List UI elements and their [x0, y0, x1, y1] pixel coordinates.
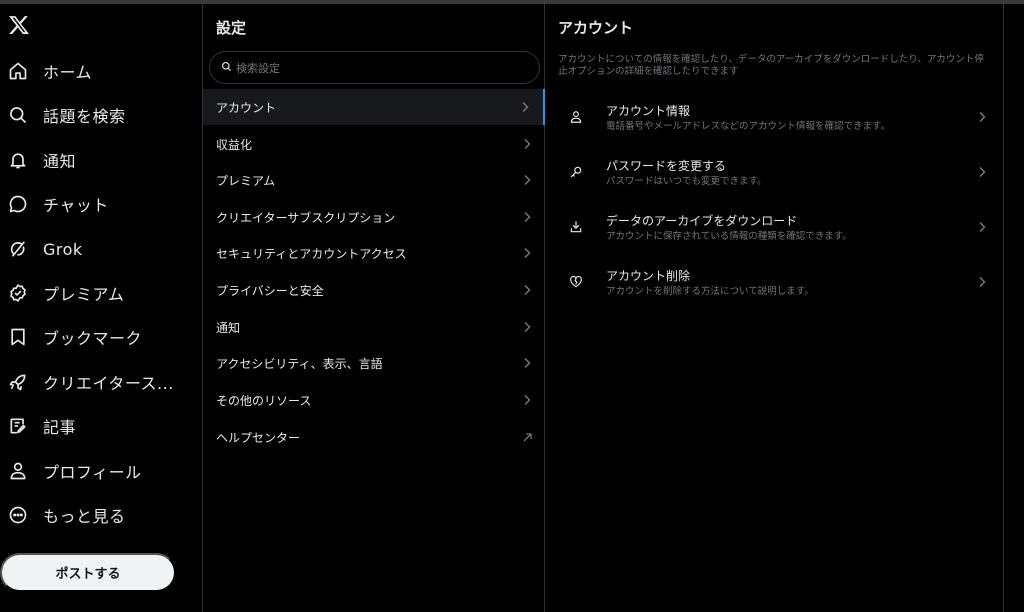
- nav-label: プレミアム: [43, 285, 125, 304]
- bookmark-icon: [8, 327, 28, 347]
- settings-title: 設定: [216, 19, 247, 37]
- settings-item-label: クリエイターサブスクリプション: [216, 210, 396, 225]
- chevron-right-icon: [522, 394, 532, 406]
- settings-item-privacy[interactable]: プライバシーと安全: [203, 272, 545, 308]
- account-item-download-archive[interactable]: データのアーカイブをダウンロード アカウントに保存されている情報の種類を確認でき…: [545, 203, 1003, 253]
- key-icon: [569, 165, 583, 179]
- settings-item-premium[interactable]: プレミアム: [203, 162, 545, 198]
- bell-icon: [8, 150, 28, 170]
- settings-item-label: アクセシビリティ、表示、言語: [216, 356, 383, 371]
- nav-label: ブックマーク: [43, 329, 143, 348]
- settings-item-label: 収益化: [216, 137, 253, 152]
- chevron-right-icon: [522, 284, 532, 296]
- nav-item-explore[interactable]: 話題を検索: [0, 95, 200, 135]
- nav-label: もっと見る: [43, 507, 126, 526]
- broken-heart-icon: [569, 275, 583, 289]
- post-button[interactable]: ポストする: [0, 553, 176, 592]
- settings-item-monetization[interactable]: 収益化: [203, 126, 545, 162]
- search-icon: [221, 61, 234, 74]
- nav-item-chat[interactable]: チャット: [0, 184, 200, 224]
- person-icon: [8, 461, 28, 481]
- chevron-right-icon: [520, 101, 530, 113]
- chat-icon: [8, 194, 28, 214]
- nav-label: チャット: [43, 196, 109, 215]
- settings-column: 設定 アカウント 収益化 プレミアム クリエイターサブスクリプション セキュリテ…: [202, 4, 545, 612]
- nav-item-creator-studio[interactable]: クリエイタース...: [0, 362, 200, 402]
- settings-search-input[interactable]: [236, 58, 526, 78]
- grok-icon: [8, 239, 28, 259]
- account-item-title: アカウント削除: [606, 269, 691, 283]
- nav-item-profile[interactable]: プロフィール: [0, 451, 200, 491]
- chevron-right-icon: [977, 221, 987, 233]
- nav-item-articles[interactable]: 記事: [0, 406, 200, 446]
- left-navigation: ホーム 話題を検索 通知 チャット Grok プレミアム ブックマーク クリエイ…: [0, 4, 202, 612]
- nav-item-premium[interactable]: プレミアム: [0, 273, 200, 313]
- nav-item-home[interactable]: ホーム: [0, 51, 200, 91]
- account-item-subtitle: パスワードはいつでも変更できます。: [606, 176, 767, 187]
- account-item-title: データのアーカイブをダウンロード: [606, 214, 798, 228]
- chevron-right-icon: [522, 211, 532, 223]
- account-detail-column: アカウント アカウントについての情報を確認したり、データのアーカイブをダウンロー…: [545, 4, 1004, 612]
- nav-label: 通知: [43, 152, 77, 171]
- chevron-right-icon: [522, 357, 532, 369]
- person-icon: [569, 110, 583, 124]
- settings-item-label: ヘルプセンター: [216, 430, 301, 445]
- nav-label: クリエイタース...: [43, 374, 174, 393]
- settings-item-label: プライバシーと安全: [216, 283, 324, 298]
- chevron-right-icon: [977, 166, 987, 178]
- article-icon: [8, 416, 28, 436]
- account-item-subtitle: アカウントに保存されている情報の種類を確認できます。: [606, 231, 852, 242]
- settings-item-account[interactable]: アカウント: [203, 89, 545, 125]
- nav-item-more[interactable]: もっと見る: [0, 495, 200, 535]
- settings-item-label: アカウント: [216, 100, 277, 115]
- settings-item-label: プレミアム: [216, 173, 276, 188]
- account-item-delete[interactable]: アカウント削除 アカウントを削除する方法について説明します。: [545, 258, 1003, 308]
- nav-label: プロフィール: [43, 463, 142, 482]
- settings-item-label: 通知: [216, 320, 241, 335]
- nav-label: 記事: [43, 418, 77, 437]
- x-logo-icon[interactable]: [8, 14, 30, 36]
- download-icon: [569, 220, 583, 234]
- account-item-title: アカウント情報: [606, 104, 691, 118]
- chevron-right-icon: [522, 174, 532, 186]
- settings-item-label: セキュリティとアカウントアクセス: [216, 246, 407, 261]
- settings-item-resources[interactable]: その他のリソース: [203, 382, 545, 418]
- verified-icon: [8, 283, 28, 303]
- settings-item-accessibility[interactable]: アクセシビリティ、表示、言語: [203, 345, 545, 381]
- nav-item-bookmarks[interactable]: ブックマーク: [0, 317, 200, 357]
- account-description: アカウントについての情報を確認したり、データのアーカイブをダウンロードしたり、ア…: [558, 54, 984, 77]
- chevron-right-icon: [522, 138, 532, 150]
- chevron-right-icon: [522, 247, 532, 259]
- nav-item-notifications[interactable]: 通知: [0, 140, 200, 180]
- nav-item-grok[interactable]: Grok: [0, 229, 200, 269]
- chevron-right-icon: [522, 321, 532, 333]
- account-item-info[interactable]: アカウント情報 電話番号やメールアドレスなどのアカウント情報を確認できます。: [545, 93, 1003, 143]
- account-item-password[interactable]: パスワードを変更する パスワードはいつでも変更できます。: [545, 148, 1003, 198]
- nav-label: ホーム: [43, 63, 93, 82]
- settings-item-security[interactable]: セキュリティとアカウントアクセス: [203, 235, 545, 271]
- settings-item-help-center[interactable]: ヘルプセンター: [203, 419, 545, 455]
- nav-label: Grok: [43, 239, 83, 259]
- settings-item-label: その他のリソース: [216, 393, 312, 408]
- chevron-right-icon: [977, 111, 987, 123]
- external-link-icon: [522, 431, 532, 443]
- chevron-right-icon: [977, 276, 987, 288]
- home-icon: [8, 61, 28, 81]
- nav-label: 話題を検索: [43, 107, 126, 126]
- settings-item-creator-subscriptions[interactable]: クリエイターサブスクリプション: [203, 199, 545, 235]
- account-item-title: パスワードを変更する: [606, 159, 727, 173]
- account-title: アカウント: [558, 19, 634, 37]
- rocket-icon: [8, 372, 28, 392]
- account-item-subtitle: 電話番号やメールアドレスなどのアカウント情報を確認できます。: [606, 121, 891, 132]
- settings-search[interactable]: [209, 51, 540, 84]
- settings-item-notifications[interactable]: 通知: [203, 309, 545, 345]
- search-icon: [8, 105, 28, 125]
- account-item-subtitle: アカウントを削除する方法について説明します。: [606, 286, 814, 297]
- more-icon: [8, 505, 28, 525]
